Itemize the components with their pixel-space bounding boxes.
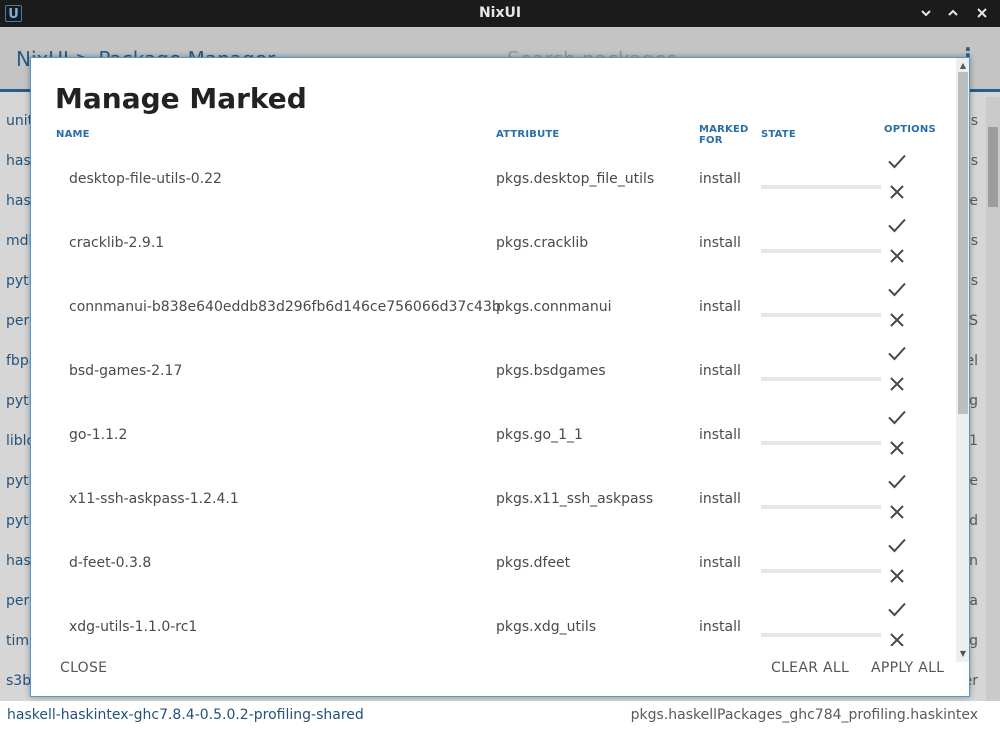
clear-all-button[interactable]: CLEAR ALL: [771, 660, 849, 676]
package-list-row[interactable]: haskell-haskintex-ghc7.8.4-0.5.0.2-profi…: [0, 701, 1000, 732]
manage-marked-dialog: Manage Marked NAME ATTRIBUTE MARKED FOR …: [30, 57, 970, 697]
close-icon[interactable]: [887, 310, 907, 330]
state-progress-bar: [761, 185, 881, 189]
chevron-up-icon[interactable]: [944, 4, 962, 22]
marked-for-value: install: [699, 555, 741, 571]
close-button[interactable]: CLOSE: [60, 660, 107, 676]
state-progress-bar: [761, 569, 881, 573]
package-name: d-feet-0.3.8: [69, 555, 152, 571]
state-progress-bar: [761, 441, 881, 445]
package-name: desktop-file-utils-0.22: [69, 171, 222, 187]
marked-package-row: x11-ssh-askpass-1.2.4.1 pkgs.x11_ssh_askp…: [31, 468, 956, 532]
state-progress-bar: [761, 313, 881, 317]
close-icon[interactable]: [887, 374, 907, 394]
check-icon[interactable]: [887, 471, 907, 491]
package-attribute: pkgs.haskellPackages_ghc784_profiling.ha…: [630, 707, 978, 723]
check-icon[interactable]: [887, 279, 907, 299]
package-attribute: 1: [969, 433, 978, 449]
check-icon[interactable]: [887, 215, 907, 235]
marked-for-value: install: [699, 171, 741, 187]
package-attribute: pkgs.desktop_file_utils: [496, 171, 655, 187]
column-header-marked-for: MARKED FOR: [699, 124, 749, 146]
package-attribute: S: [969, 313, 978, 329]
package-name: has: [6, 193, 31, 209]
check-icon[interactable]: [887, 343, 907, 363]
package-attribute: n: [969, 553, 978, 569]
marked-package-row: xdg-utils-1.1.0-rc1 pkgs.xdg_utils install: [31, 596, 956, 646]
scroll-down-icon[interactable]: ▼: [956, 648, 969, 660]
package-attribute: pkgs.connmanui: [496, 299, 612, 315]
package-attribute: e: [969, 473, 978, 489]
marked-package-list: desktop-file-utils-0.22 pkgs.desktop_file…: [31, 148, 956, 646]
state-progress-bar: [761, 377, 881, 381]
package-attribute: e: [969, 193, 978, 209]
column-header-state: STATE: [761, 129, 796, 140]
marked-package-row: d-feet-0.3.8 pkgs.dfeet install: [31, 532, 956, 596]
background-scrollbar[interactable]: [986, 97, 1000, 732]
package-attribute: s: [970, 113, 978, 129]
close-icon[interactable]: [887, 182, 907, 202]
close-icon[interactable]: [887, 566, 907, 586]
marked-for-value: install: [699, 235, 741, 251]
package-name: go-1.1.2: [69, 427, 128, 443]
column-header-name: NAME: [56, 129, 90, 140]
apply-all-button[interactable]: APPLY ALL: [871, 660, 944, 676]
package-attribute: pkgs.xdg_utils: [496, 619, 597, 635]
check-icon[interactable]: [887, 407, 907, 427]
window-titlebar: U NixUI: [0, 0, 1000, 27]
marked-for-value: install: [699, 427, 741, 443]
package-name: cracklib-2.9.1: [69, 235, 165, 251]
chevron-down-icon[interactable]: [917, 4, 935, 22]
column-header-attribute: ATTRIBUTE: [496, 129, 560, 140]
package-attribute: g: [969, 633, 978, 649]
marked-for-value: install: [699, 491, 741, 507]
package-name: has: [6, 153, 31, 169]
package-attribute: a: [969, 593, 978, 609]
dialog-scrollbar[interactable]: ▲ ▼: [956, 58, 969, 662]
window-title: NixUI: [478, 5, 522, 21]
package-attribute: pkgs.go_1_1: [496, 427, 583, 443]
check-icon[interactable]: [887, 151, 907, 171]
check-icon[interactable]: [887, 535, 907, 555]
scrollbar-thumb[interactable]: [988, 127, 998, 207]
scrollbar-thumb[interactable]: [958, 72, 968, 414]
package-attribute: pkgs.dfeet: [496, 555, 571, 571]
check-icon[interactable]: [887, 599, 907, 619]
package-name: s3b: [6, 673, 32, 689]
dialog-title: Manage Marked: [55, 82, 307, 115]
package-attribute: d: [969, 513, 978, 529]
marked-package-row: desktop-file-utils-0.22 pkgs.desktop_file…: [31, 148, 956, 212]
package-name: haskell-haskintex-ghc7.8.4-0.5.0.2-profi…: [7, 707, 364, 723]
marked-for-value: install: [699, 363, 741, 379]
package-name: timi: [6, 633, 33, 649]
package-name: xdg-utils-1.1.0-rc1: [69, 619, 198, 635]
marked-for-value: install: [699, 299, 741, 315]
package-attribute: g: [969, 393, 978, 409]
close-icon[interactable]: [887, 502, 907, 522]
package-attribute: pkgs.x11_ssh_askpass: [496, 491, 654, 507]
package-name: connmanui-b838e640eddb83d296fb6d146ce756…: [69, 299, 501, 315]
marked-package-row: bsd-games-2.17 pkgs.bsdgames install: [31, 340, 956, 404]
package-attribute: s: [970, 273, 978, 289]
package-name: has: [6, 553, 31, 569]
state-progress-bar: [761, 633, 881, 637]
package-name: bsd-games-2.17: [69, 363, 183, 379]
close-icon[interactable]: [887, 438, 907, 458]
state-progress-bar: [761, 505, 881, 509]
package-attribute: s: [970, 153, 978, 169]
marked-for-value: install: [699, 619, 741, 635]
package-attribute: s: [970, 233, 978, 249]
marked-package-row: go-1.1.2 pkgs.go_1_1 install: [31, 404, 956, 468]
package-attribute: pkgs.bsdgames: [496, 363, 606, 379]
marked-package-row: cracklib-2.9.1 pkgs.cracklib install: [31, 212, 956, 276]
state-progress-bar: [761, 249, 881, 253]
close-icon[interactable]: [973, 4, 991, 22]
close-icon[interactable]: [887, 246, 907, 266]
package-name: x11-ssh-askpass-1.2.4.1: [69, 491, 239, 507]
scroll-up-icon[interactable]: ▲: [956, 60, 969, 72]
close-icon[interactable]: [887, 630, 907, 646]
column-header-options: OPTIONS: [884, 124, 936, 135]
package-attribute: pkgs.cracklib: [496, 235, 589, 251]
marked-package-row: connmanui-b838e640eddb83d296fb6d146ce756…: [31, 276, 956, 340]
